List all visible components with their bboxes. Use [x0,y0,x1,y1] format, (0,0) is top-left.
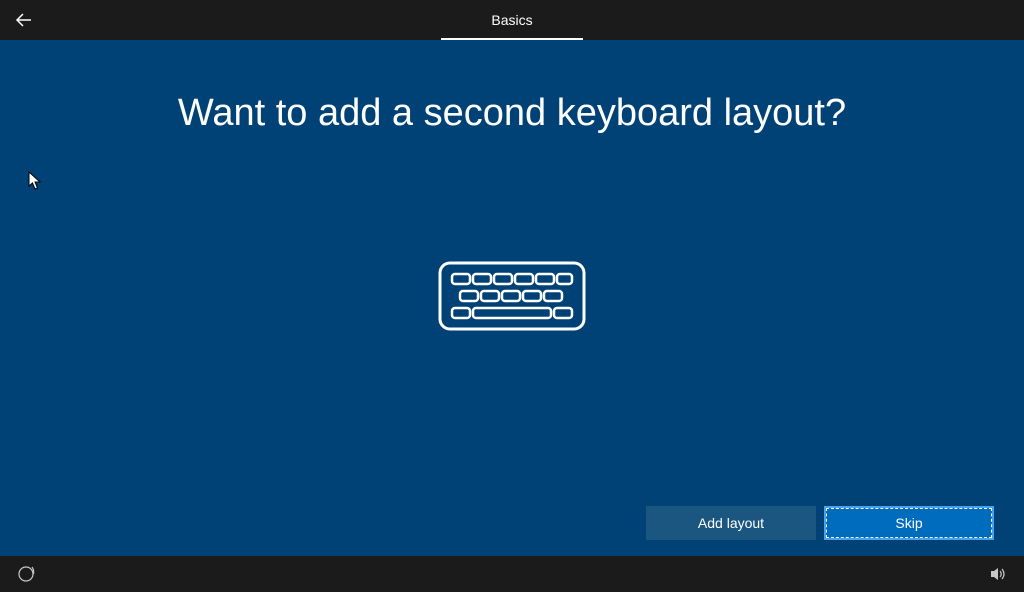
oobe-root: Basics Want to add a second keyboard lay… [0,0,1024,592]
step-tabs: Basics [48,0,976,40]
volume-button[interactable] [986,562,1010,586]
keyboard-icon [438,261,586,331]
ease-of-access-icon [17,565,35,583]
back-button[interactable] [0,0,48,40]
add-layout-button[interactable]: Add layout [646,506,816,540]
button-row: Add layout Skip [646,506,994,540]
cursor-icon [28,171,42,196]
bottom-bar [0,556,1024,592]
skip-button[interactable]: Skip [824,506,994,540]
tab-basics-label: Basics [491,12,532,28]
volume-icon [989,565,1007,583]
ease-of-access-button[interactable] [14,562,38,586]
top-bar: Basics [0,0,1024,40]
arrow-left-icon [14,10,34,30]
main-panel: Want to add a second keyboard layout? [0,40,1024,556]
tab-basics[interactable]: Basics [441,0,582,40]
page-title: Want to add a second keyboard layout? [178,92,846,135]
